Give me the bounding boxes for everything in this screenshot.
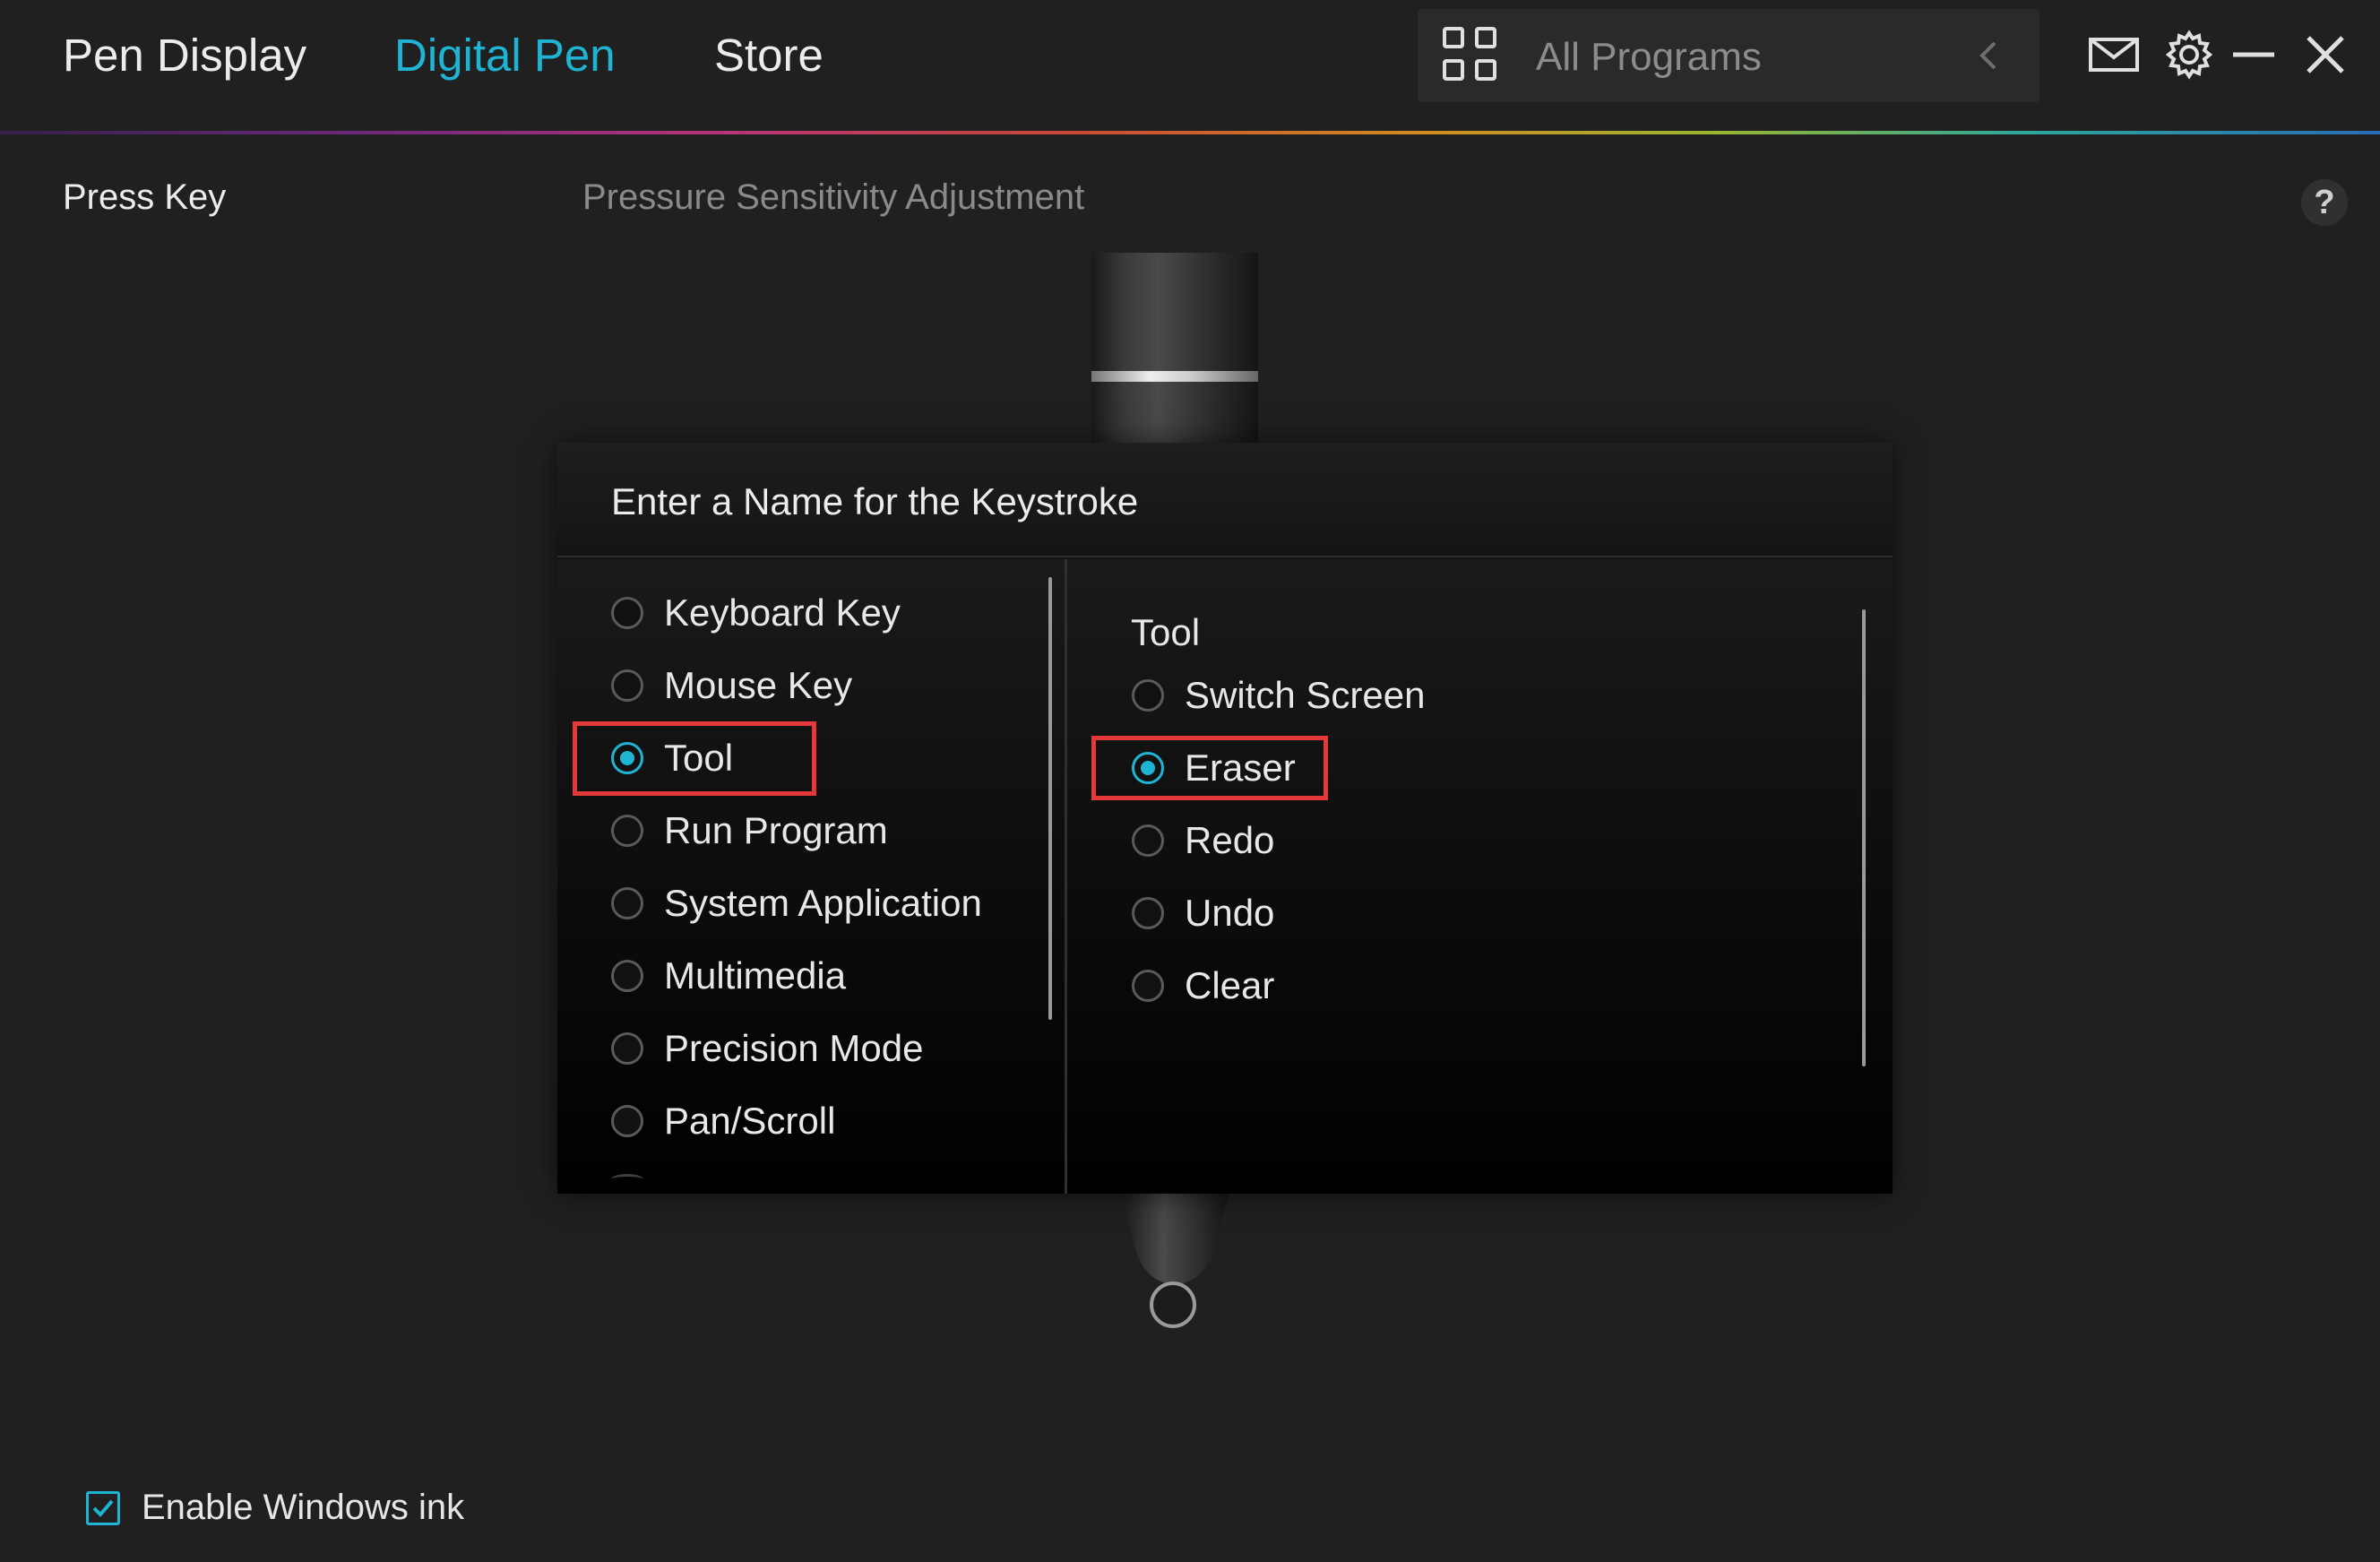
- radio-button[interactable]: [611, 669, 643, 702]
- option-label: Clear: [1185, 964, 1275, 1006]
- option-label: Eraser: [1185, 746, 1296, 789]
- check-icon: [92, 1499, 114, 1517]
- radio-button[interactable]: [611, 597, 643, 629]
- radio-button-selected[interactable]: [611, 742, 643, 774]
- option-label: System Application: [664, 882, 982, 924]
- radio-button[interactable]: [611, 815, 643, 847]
- radio-button[interactable]: [611, 1105, 643, 1137]
- option-label: Switch Screen: [1185, 674, 1426, 716]
- press-key-label: Press Key: [63, 177, 227, 217]
- pen-illustration-body: [1091, 253, 1258, 443]
- option-label: Keyboard Key: [664, 591, 901, 634]
- option-label: Tool: [664, 737, 734, 779]
- radio-button[interactable]: [1132, 897, 1164, 929]
- program-selector[interactable]: All Programs: [1418, 9, 2039, 102]
- option-label: Multimedia: [664, 954, 847, 997]
- dialog-header: Enter a Name for the Keystroke: [557, 443, 1893, 557]
- left-scrollbar[interactable]: [1048, 577, 1052, 1020]
- minimize-icon[interactable]: [2226, 27, 2281, 82]
- pressure-sensitivity-title[interactable]: Pressure Sensitivity Adjustment: [582, 175, 1084, 220]
- option-label: Redo: [1185, 819, 1275, 861]
- close-icon[interactable]: [2298, 27, 2353, 82]
- option-label: Mouse Key: [664, 664, 853, 706]
- radio-button[interactable]: [611, 960, 643, 992]
- tab-pen-display[interactable]: Pen Display: [63, 27, 306, 84]
- top-bar: Pen Display Digital Pen Store All Progra…: [0, 0, 2380, 133]
- radio-button[interactable]: [1132, 970, 1164, 1002]
- pen-illustration-nib: [1150, 1282, 1196, 1328]
- radio-button[interactable]: [1132, 679, 1164, 712]
- radio-button-selected[interactable]: [1132, 752, 1164, 784]
- program-selector-label: All Programs: [1536, 35, 1762, 79]
- radio-button-partial: [611, 1174, 643, 1185]
- dialog-title: Enter a Name for the Keystroke: [611, 480, 1139, 522]
- option-label: Precision Mode: [664, 1027, 924, 1069]
- windows-ink-label: Enable Windows ink: [142, 1488, 465, 1527]
- radio-button[interactable]: [611, 887, 643, 919]
- windows-ink-checkbox[interactable]: [86, 1491, 120, 1525]
- help-icon[interactable]: ?: [2301, 179, 2348, 226]
- option-label: Run Program: [664, 809, 888, 851]
- option-label: Pan/Scroll: [664, 1100, 836, 1142]
- right-scrollbar[interactable]: [1862, 609, 1866, 1066]
- option-label: Undo: [1185, 892, 1275, 934]
- grid-icon: [1443, 27, 1500, 84]
- chevron-left-icon[interactable]: [1971, 36, 2007, 75]
- tab-store[interactable]: Store: [714, 27, 824, 84]
- radio-button[interactable]: [611, 1032, 643, 1065]
- pen-illustration-ring: [1091, 371, 1258, 382]
- tab-digital-pen[interactable]: Digital Pen: [394, 27, 616, 84]
- tool-group-label: Tool: [1131, 611, 1201, 653]
- pen-illustration-tip: [1120, 1192, 1229, 1285]
- radio-button[interactable]: [1132, 824, 1164, 857]
- gear-icon[interactable]: [2161, 27, 2217, 82]
- mail-icon[interactable]: [2086, 27, 2142, 82]
- header-divider: [0, 131, 2380, 134]
